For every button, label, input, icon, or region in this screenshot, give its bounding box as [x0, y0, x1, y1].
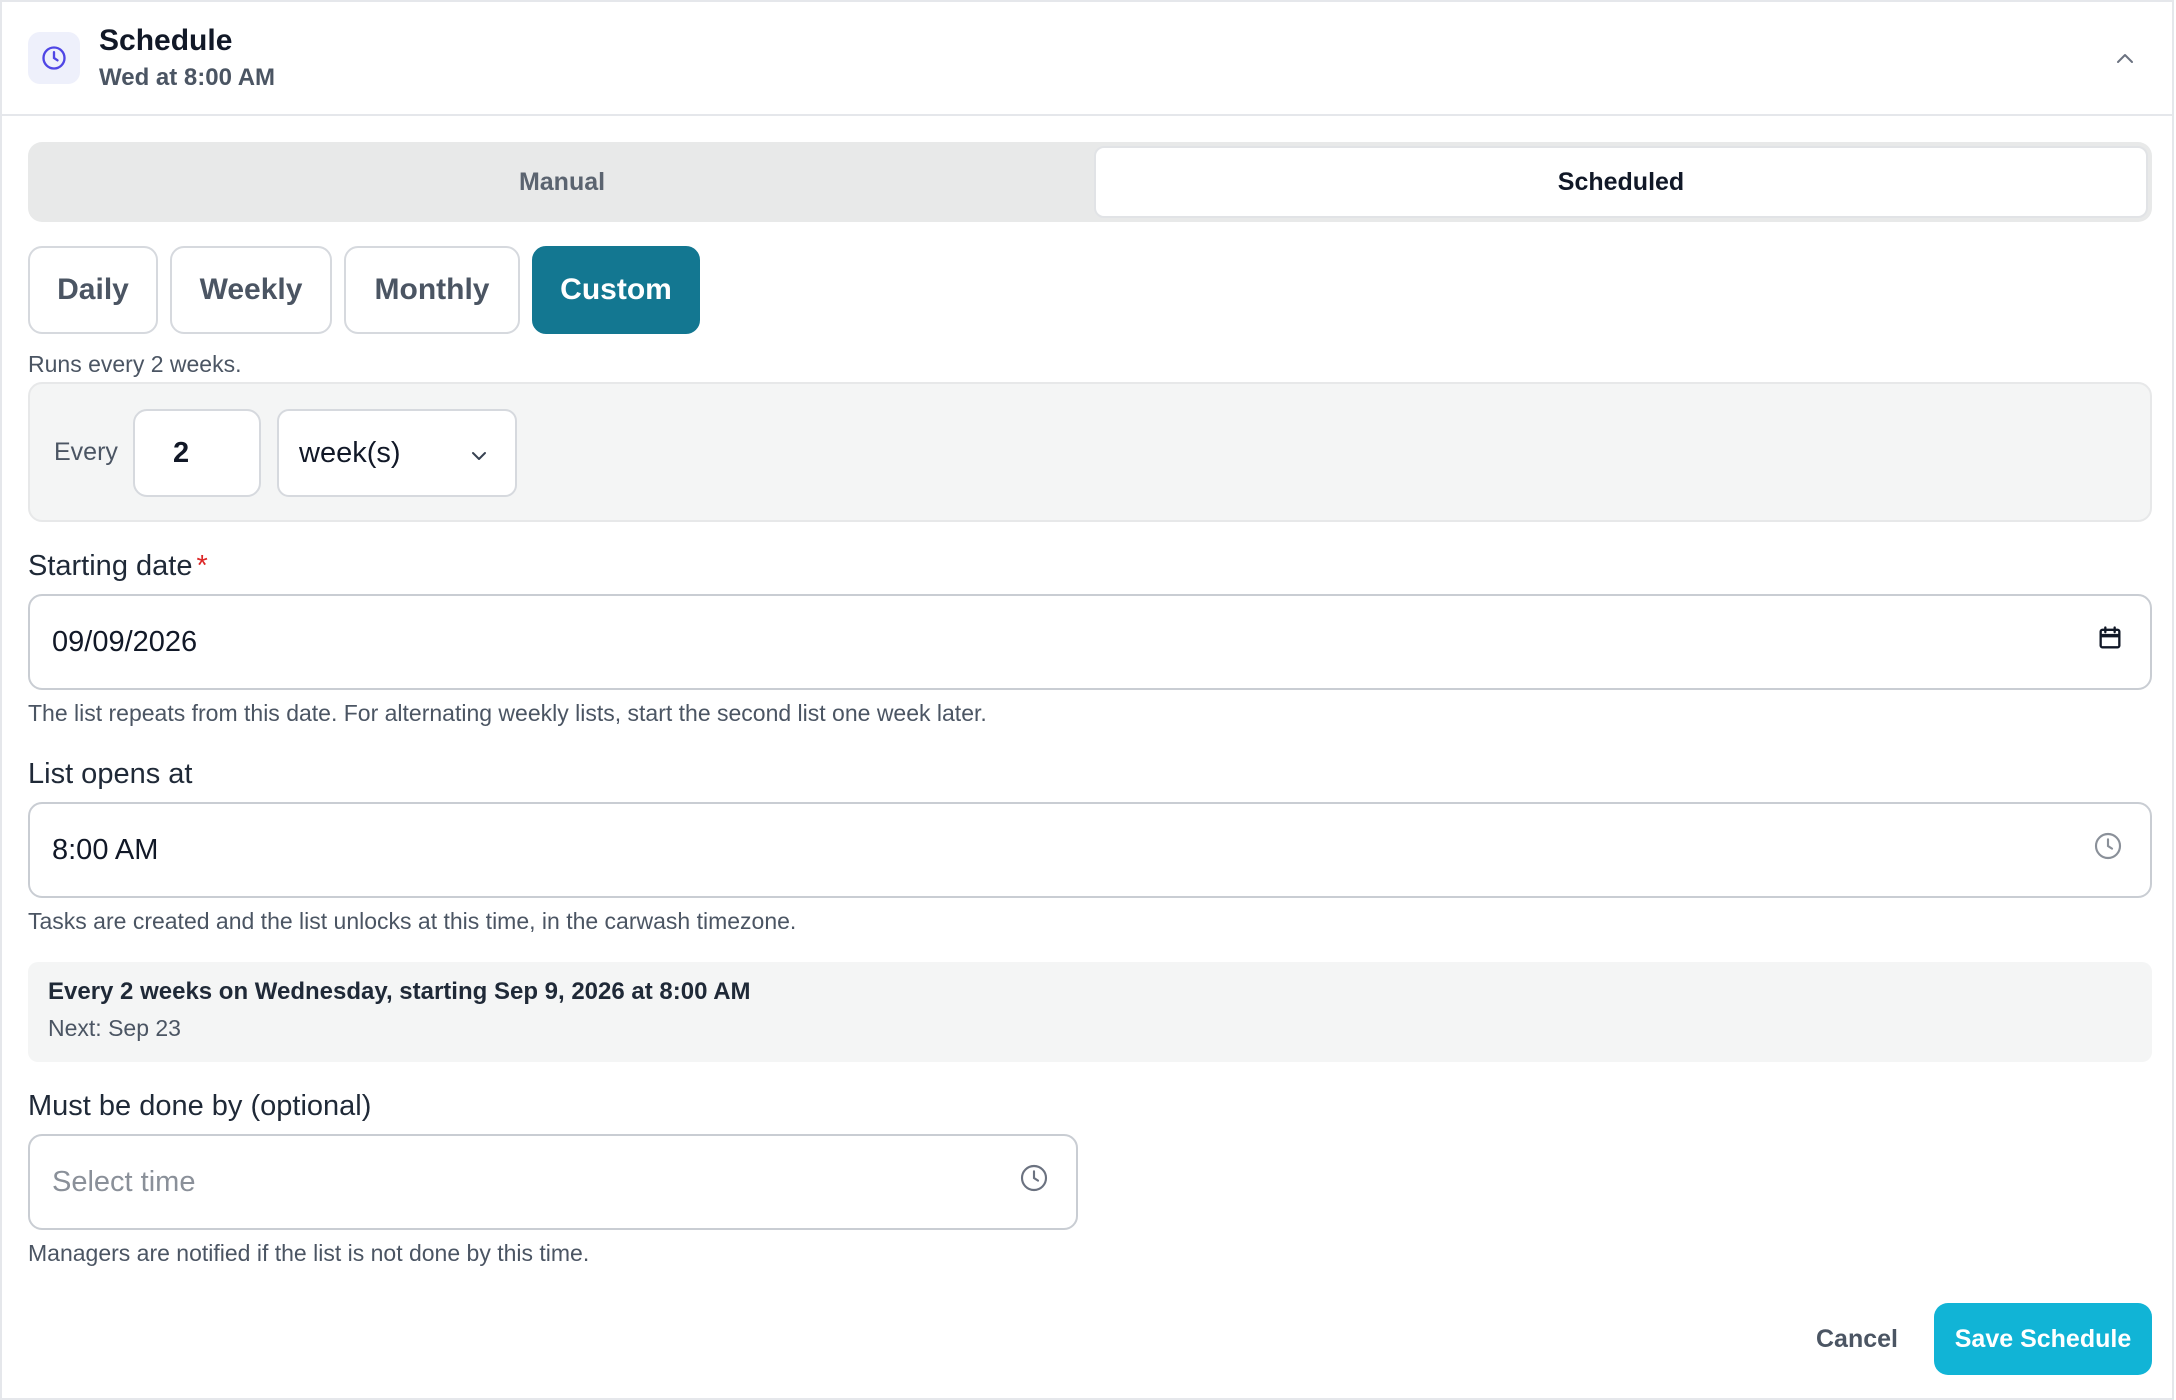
- schedule-summary-subtitle: Wed at 8:00 AM: [99, 64, 276, 91]
- done-by-label: Must be done by (optional): [28, 1090, 372, 1122]
- mode-toggle: Manual Scheduled: [28, 142, 2152, 222]
- chevron-up-icon[interactable]: [2110, 44, 2140, 74]
- interval-unit-select[interactable]: week(s): [277, 409, 517, 497]
- schedule-header[interactable]: Schedule Wed at 8:00 AM: [2, 2, 2174, 116]
- chevron-down-icon: [467, 443, 491, 476]
- tab-scheduled[interactable]: Scheduled: [1094, 146, 2148, 218]
- starting-date-help: The list repeats from this date. For alt…: [28, 700, 987, 726]
- interval-unit-value: week(s): [299, 436, 401, 469]
- clock-icon: [28, 32, 80, 84]
- done-by-placeholder: Select time: [52, 1165, 196, 1198]
- clock-icon[interactable]: [1018, 1162, 1050, 1202]
- opens-at-value: 8:00 AM: [52, 833, 159, 866]
- starting-date-input[interactable]: 09/09/2026: [28, 594, 2152, 690]
- required-mark: *: [196, 550, 208, 582]
- calendar-icon[interactable]: [2096, 624, 2124, 660]
- every-label: Every: [54, 438, 118, 466]
- done-by-input[interactable]: Select time: [28, 1134, 1078, 1230]
- save-schedule-button[interactable]: Save Schedule: [1934, 1303, 2152, 1375]
- clock-icon[interactable]: [2092, 830, 2124, 870]
- schedule-summary-text: Every 2 weeks on Wednesday, starting Sep…: [48, 978, 751, 1005]
- done-by-help: Managers are notified if the list is not…: [28, 1240, 590, 1266]
- starting-date-label: Starting date *: [28, 550, 208, 583]
- starting-date-value: 09/09/2026: [52, 625, 198, 658]
- schedule-panel: Schedule Wed at 8:00 AM Manual Scheduled…: [0, 0, 2174, 1400]
- runs-hint: Runs every 2 weeks.: [28, 351, 242, 377]
- opens-at-help: Tasks are created and the list unlocks a…: [28, 908, 797, 934]
- panel-title: Schedule: [99, 24, 233, 57]
- interval-box: Every 2 week(s): [28, 382, 2152, 522]
- schedule-summary-box: Every 2 weeks on Wednesday, starting Sep…: [28, 962, 2152, 1062]
- frequency-custom-button[interactable]: Custom: [532, 246, 700, 334]
- frequency-weekly-button[interactable]: Weekly: [170, 246, 332, 334]
- cancel-button[interactable]: Cancel: [1802, 1304, 1912, 1374]
- opens-at-label: List opens at: [28, 758, 193, 790]
- opens-at-input[interactable]: 8:00 AM: [28, 802, 2152, 898]
- next-occurrence-text: Next: Sep 23: [48, 1015, 181, 1041]
- frequency-daily-button[interactable]: Daily: [28, 246, 158, 334]
- frequency-monthly-button[interactable]: Monthly: [344, 246, 520, 334]
- starting-date-label-text: Starting date: [28, 550, 193, 582]
- interval-number-input[interactable]: 2: [133, 409, 261, 497]
- tab-manual[interactable]: Manual: [32, 146, 1092, 218]
